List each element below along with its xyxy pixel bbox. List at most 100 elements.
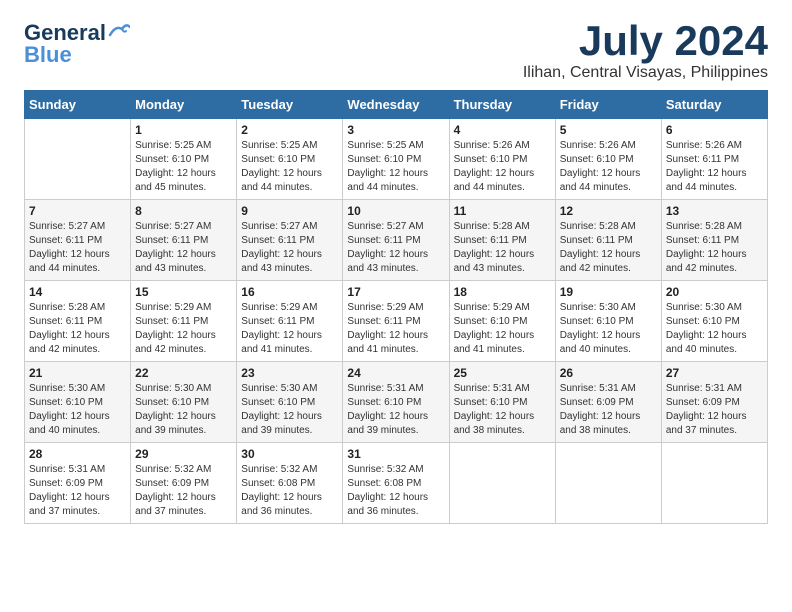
calendar-cell: 26 Sunrise: 5:31 AM Sunset: 6:09 PM Dayli… xyxy=(555,362,661,443)
calendar-week-row: 7 Sunrise: 5:27 AM Sunset: 6:11 PM Daylig… xyxy=(25,200,768,281)
day-number: 29 xyxy=(135,447,232,461)
day-info: Sunrise: 5:28 AM Sunset: 6:11 PM Dayligh… xyxy=(454,220,551,276)
day-info: Sunrise: 5:32 AM Sunset: 6:08 PM Dayligh… xyxy=(241,463,338,519)
calendar-cell: 23 Sunrise: 5:30 AM Sunset: 6:10 PM Dayli… xyxy=(237,362,343,443)
day-number: 17 xyxy=(347,285,444,299)
calendar-cell: 29 Sunrise: 5:32 AM Sunset: 6:09 PM Dayli… xyxy=(131,443,237,524)
header: General Blue July 2024 Ilihan, Central V… xyxy=(24,20,768,82)
day-number: 26 xyxy=(560,366,657,380)
calendar-cell: 19 Sunrise: 5:30 AM Sunset: 6:10 PM Dayli… xyxy=(555,281,661,362)
calendar-cell: 16 Sunrise: 5:29 AM Sunset: 6:11 PM Dayli… xyxy=(237,281,343,362)
calendar-cell: 9 Sunrise: 5:27 AM Sunset: 6:11 PM Daylig… xyxy=(237,200,343,281)
calendar-cell: 27Sunrise: 5:31 AM Sunset: 6:09 PM Dayli… xyxy=(661,362,767,443)
day-info: Sunrise: 5:25 AM Sunset: 6:10 PM Dayligh… xyxy=(241,139,338,195)
day-number: 25 xyxy=(454,366,551,380)
day-number: 13 xyxy=(666,204,763,218)
day-info: Sunrise: 5:25 AM Sunset: 6:10 PM Dayligh… xyxy=(347,139,444,195)
calendar-cell: 7Sunrise: 5:27 AM Sunset: 6:11 PM Daylig… xyxy=(25,200,131,281)
weekday-header-sunday: Sunday xyxy=(25,91,131,119)
calendar-cell: 12 Sunrise: 5:28 AM Sunset: 6:11 PM Dayli… xyxy=(555,200,661,281)
calendar-cell: 21Sunrise: 5:30 AM Sunset: 6:10 PM Dayli… xyxy=(25,362,131,443)
calendar-cell: 4 Sunrise: 5:26 AM Sunset: 6:10 PM Daylig… xyxy=(449,119,555,200)
calendar-cell: 8 Sunrise: 5:27 AM Sunset: 6:11 PM Daylig… xyxy=(131,200,237,281)
day-number: 16 xyxy=(241,285,338,299)
weekday-header-thursday: Thursday xyxy=(449,91,555,119)
calendar-table: SundayMondayTuesdayWednesdayThursdayFrid… xyxy=(24,90,768,524)
day-number: 8 xyxy=(135,204,232,218)
day-info: Sunrise: 5:31 AM Sunset: 6:09 PM Dayligh… xyxy=(560,382,657,438)
calendar-cell xyxy=(661,443,767,524)
day-number: 6 xyxy=(666,123,763,137)
day-number: 9 xyxy=(241,204,338,218)
day-number: 31 xyxy=(347,447,444,461)
day-info: Sunrise: 5:31 AM Sunset: 6:09 PM Dayligh… xyxy=(29,463,126,519)
day-info: Sunrise: 5:32 AM Sunset: 6:09 PM Dayligh… xyxy=(135,463,232,519)
calendar-cell: 20 Sunrise: 5:30 AM Sunset: 6:10 PM Dayli… xyxy=(661,281,767,362)
day-number: 5 xyxy=(560,123,657,137)
logo: General Blue xyxy=(24,20,130,68)
weekday-header-row: SundayMondayTuesdayWednesdayThursdayFrid… xyxy=(25,91,768,119)
day-number: 24 xyxy=(347,366,444,380)
day-info: Sunrise: 5:26 AM Sunset: 6:11 PM Dayligh… xyxy=(666,139,763,195)
calendar-week-row: 14 Sunrise: 5:28 AM Sunset: 6:11 PM Dayli… xyxy=(25,281,768,362)
day-info: Sunrise: 5:32 AM Sunset: 6:08 PM Dayligh… xyxy=(347,463,444,519)
weekday-header-saturday: Saturday xyxy=(661,91,767,119)
day-number: 19 xyxy=(560,285,657,299)
day-number: 23 xyxy=(241,366,338,380)
calendar-cell xyxy=(25,119,131,200)
day-info: Sunrise: 5:29 AM Sunset: 6:10 PM Dayligh… xyxy=(454,301,551,357)
calendar-cell: 5 Sunrise: 5:26 AM Sunset: 6:10 PM Daylig… xyxy=(555,119,661,200)
day-info: Sunrise: 5:30 AM Sunset: 6:10 PM Dayligh… xyxy=(241,382,338,438)
calendar-week-row: 21Sunrise: 5:30 AM Sunset: 6:10 PM Dayli… xyxy=(25,362,768,443)
calendar-cell xyxy=(555,443,661,524)
day-info: Sunrise: 5:27 AM Sunset: 6:11 PM Dayligh… xyxy=(347,220,444,276)
calendar-cell: 6 Sunrise: 5:26 AM Sunset: 6:11 PM Daylig… xyxy=(661,119,767,200)
day-number: 2 xyxy=(241,123,338,137)
calendar-cell xyxy=(449,443,555,524)
day-number: 20 xyxy=(666,285,763,299)
calendar-cell: 15 Sunrise: 5:29 AM Sunset: 6:11 PM Dayli… xyxy=(131,281,237,362)
calendar-cell: 25 Sunrise: 5:31 AM Sunset: 6:10 PM Dayli… xyxy=(449,362,555,443)
logo-bird-icon xyxy=(108,21,130,39)
day-info: Sunrise: 5:31 AM Sunset: 6:10 PM Dayligh… xyxy=(454,382,551,438)
day-info: Sunrise: 5:28 AM Sunset: 6:11 PM Dayligh… xyxy=(560,220,657,276)
day-number: 11 xyxy=(454,204,551,218)
day-number: 28 xyxy=(29,447,126,461)
day-number: 15 xyxy=(135,285,232,299)
day-info: Sunrise: 5:30 AM Sunset: 6:10 PM Dayligh… xyxy=(666,301,763,357)
logo-blue: Blue xyxy=(24,42,72,68)
day-info: Sunrise: 5:27 AM Sunset: 6:11 PM Dayligh… xyxy=(241,220,338,276)
calendar-cell: 14 Sunrise: 5:28 AM Sunset: 6:11 PM Dayli… xyxy=(25,281,131,362)
day-number: 14 xyxy=(29,285,126,299)
calendar-cell: 13Sunrise: 5:28 AM Sunset: 6:11 PM Dayli… xyxy=(661,200,767,281)
day-number: 4 xyxy=(454,123,551,137)
location: Ilihan, Central Visayas, Philippines xyxy=(523,64,768,82)
calendar-cell: 30Sunrise: 5:32 AM Sunset: 6:08 PM Dayli… xyxy=(237,443,343,524)
day-info: Sunrise: 5:26 AM Sunset: 6:10 PM Dayligh… xyxy=(454,139,551,195)
day-info: Sunrise: 5:29 AM Sunset: 6:11 PM Dayligh… xyxy=(135,301,232,357)
weekday-header-monday: Monday xyxy=(131,91,237,119)
day-number: 18 xyxy=(454,285,551,299)
calendar-cell: 24Sunrise: 5:31 AM Sunset: 6:10 PM Dayli… xyxy=(343,362,449,443)
calendar-cell: 28 Sunrise: 5:31 AM Sunset: 6:09 PM Dayli… xyxy=(25,443,131,524)
day-info: Sunrise: 5:30 AM Sunset: 6:10 PM Dayligh… xyxy=(560,301,657,357)
calendar-cell: 1Sunrise: 5:25 AM Sunset: 6:10 PM Daylig… xyxy=(131,119,237,200)
calendar-cell: 11 Sunrise: 5:28 AM Sunset: 6:11 PM Dayli… xyxy=(449,200,555,281)
day-number: 22 xyxy=(135,366,232,380)
calendar-cell: 3 Sunrise: 5:25 AM Sunset: 6:10 PM Daylig… xyxy=(343,119,449,200)
day-number: 3 xyxy=(347,123,444,137)
day-number: 12 xyxy=(560,204,657,218)
day-info: Sunrise: 5:29 AM Sunset: 6:11 PM Dayligh… xyxy=(241,301,338,357)
day-info: Sunrise: 5:25 AM Sunset: 6:10 PM Dayligh… xyxy=(135,139,232,195)
weekday-header-wednesday: Wednesday xyxy=(343,91,449,119)
day-info: Sunrise: 5:30 AM Sunset: 6:10 PM Dayligh… xyxy=(135,382,232,438)
weekday-header-friday: Friday xyxy=(555,91,661,119)
weekday-header-tuesday: Tuesday xyxy=(237,91,343,119)
title-block: July 2024 Ilihan, Central Visayas, Phili… xyxy=(523,20,768,82)
day-number: 7 xyxy=(29,204,126,218)
day-number: 10 xyxy=(347,204,444,218)
day-info: Sunrise: 5:28 AM Sunset: 6:11 PM Dayligh… xyxy=(29,301,126,357)
day-info: Sunrise: 5:26 AM Sunset: 6:10 PM Dayligh… xyxy=(560,139,657,195)
day-info: Sunrise: 5:31 AM Sunset: 6:09 PM Dayligh… xyxy=(666,382,763,438)
day-info: Sunrise: 5:27 AM Sunset: 6:11 PM Dayligh… xyxy=(135,220,232,276)
